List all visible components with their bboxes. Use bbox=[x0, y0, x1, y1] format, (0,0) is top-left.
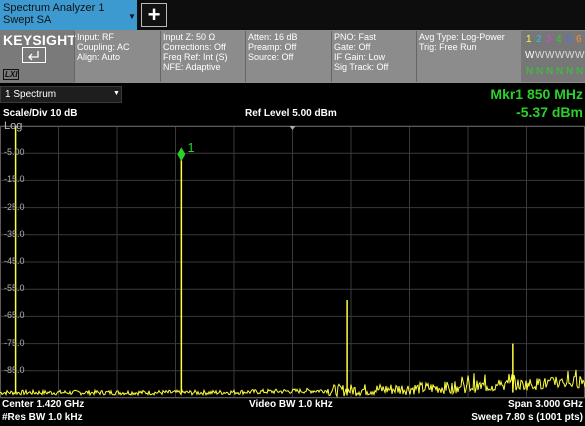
ref-level-icon bbox=[289, 126, 296, 130]
y-tick-label: -45.0 bbox=[4, 256, 25, 266]
span[interactable]: Span 3.000 GHz bbox=[508, 399, 583, 410]
y-tick-label: -25.0 bbox=[4, 201, 25, 212]
spectrum-plot[interactable]: 1 bbox=[0, 0, 585, 426]
marker-tag: 1 bbox=[187, 140, 194, 155]
y-tick-label: -85.0 bbox=[4, 364, 25, 375]
y-tick-label: -5.00 bbox=[4, 147, 25, 158]
center-frequency[interactable]: Center 1.420 GHz bbox=[2, 399, 84, 410]
sweep-time[interactable]: Sweep 7.80 s (1001 pts) bbox=[471, 412, 583, 423]
y-tick-label: -55.0 bbox=[4, 283, 25, 294]
y-tick-label: -65.0 bbox=[4, 310, 25, 321]
y-tick-label: -75.0 bbox=[4, 337, 25, 348]
video-bw[interactable]: Video BW 1.0 kHz bbox=[249, 399, 333, 410]
scale-type-label: Log bbox=[4, 120, 23, 132]
y-tick-label: -35.0 bbox=[4, 228, 25, 239]
marker-diamond-icon bbox=[177, 147, 186, 162]
y-tick-label: -15.0 bbox=[4, 174, 25, 185]
res-bw[interactable]: #Res BW 1.0 kHz bbox=[2, 412, 83, 423]
